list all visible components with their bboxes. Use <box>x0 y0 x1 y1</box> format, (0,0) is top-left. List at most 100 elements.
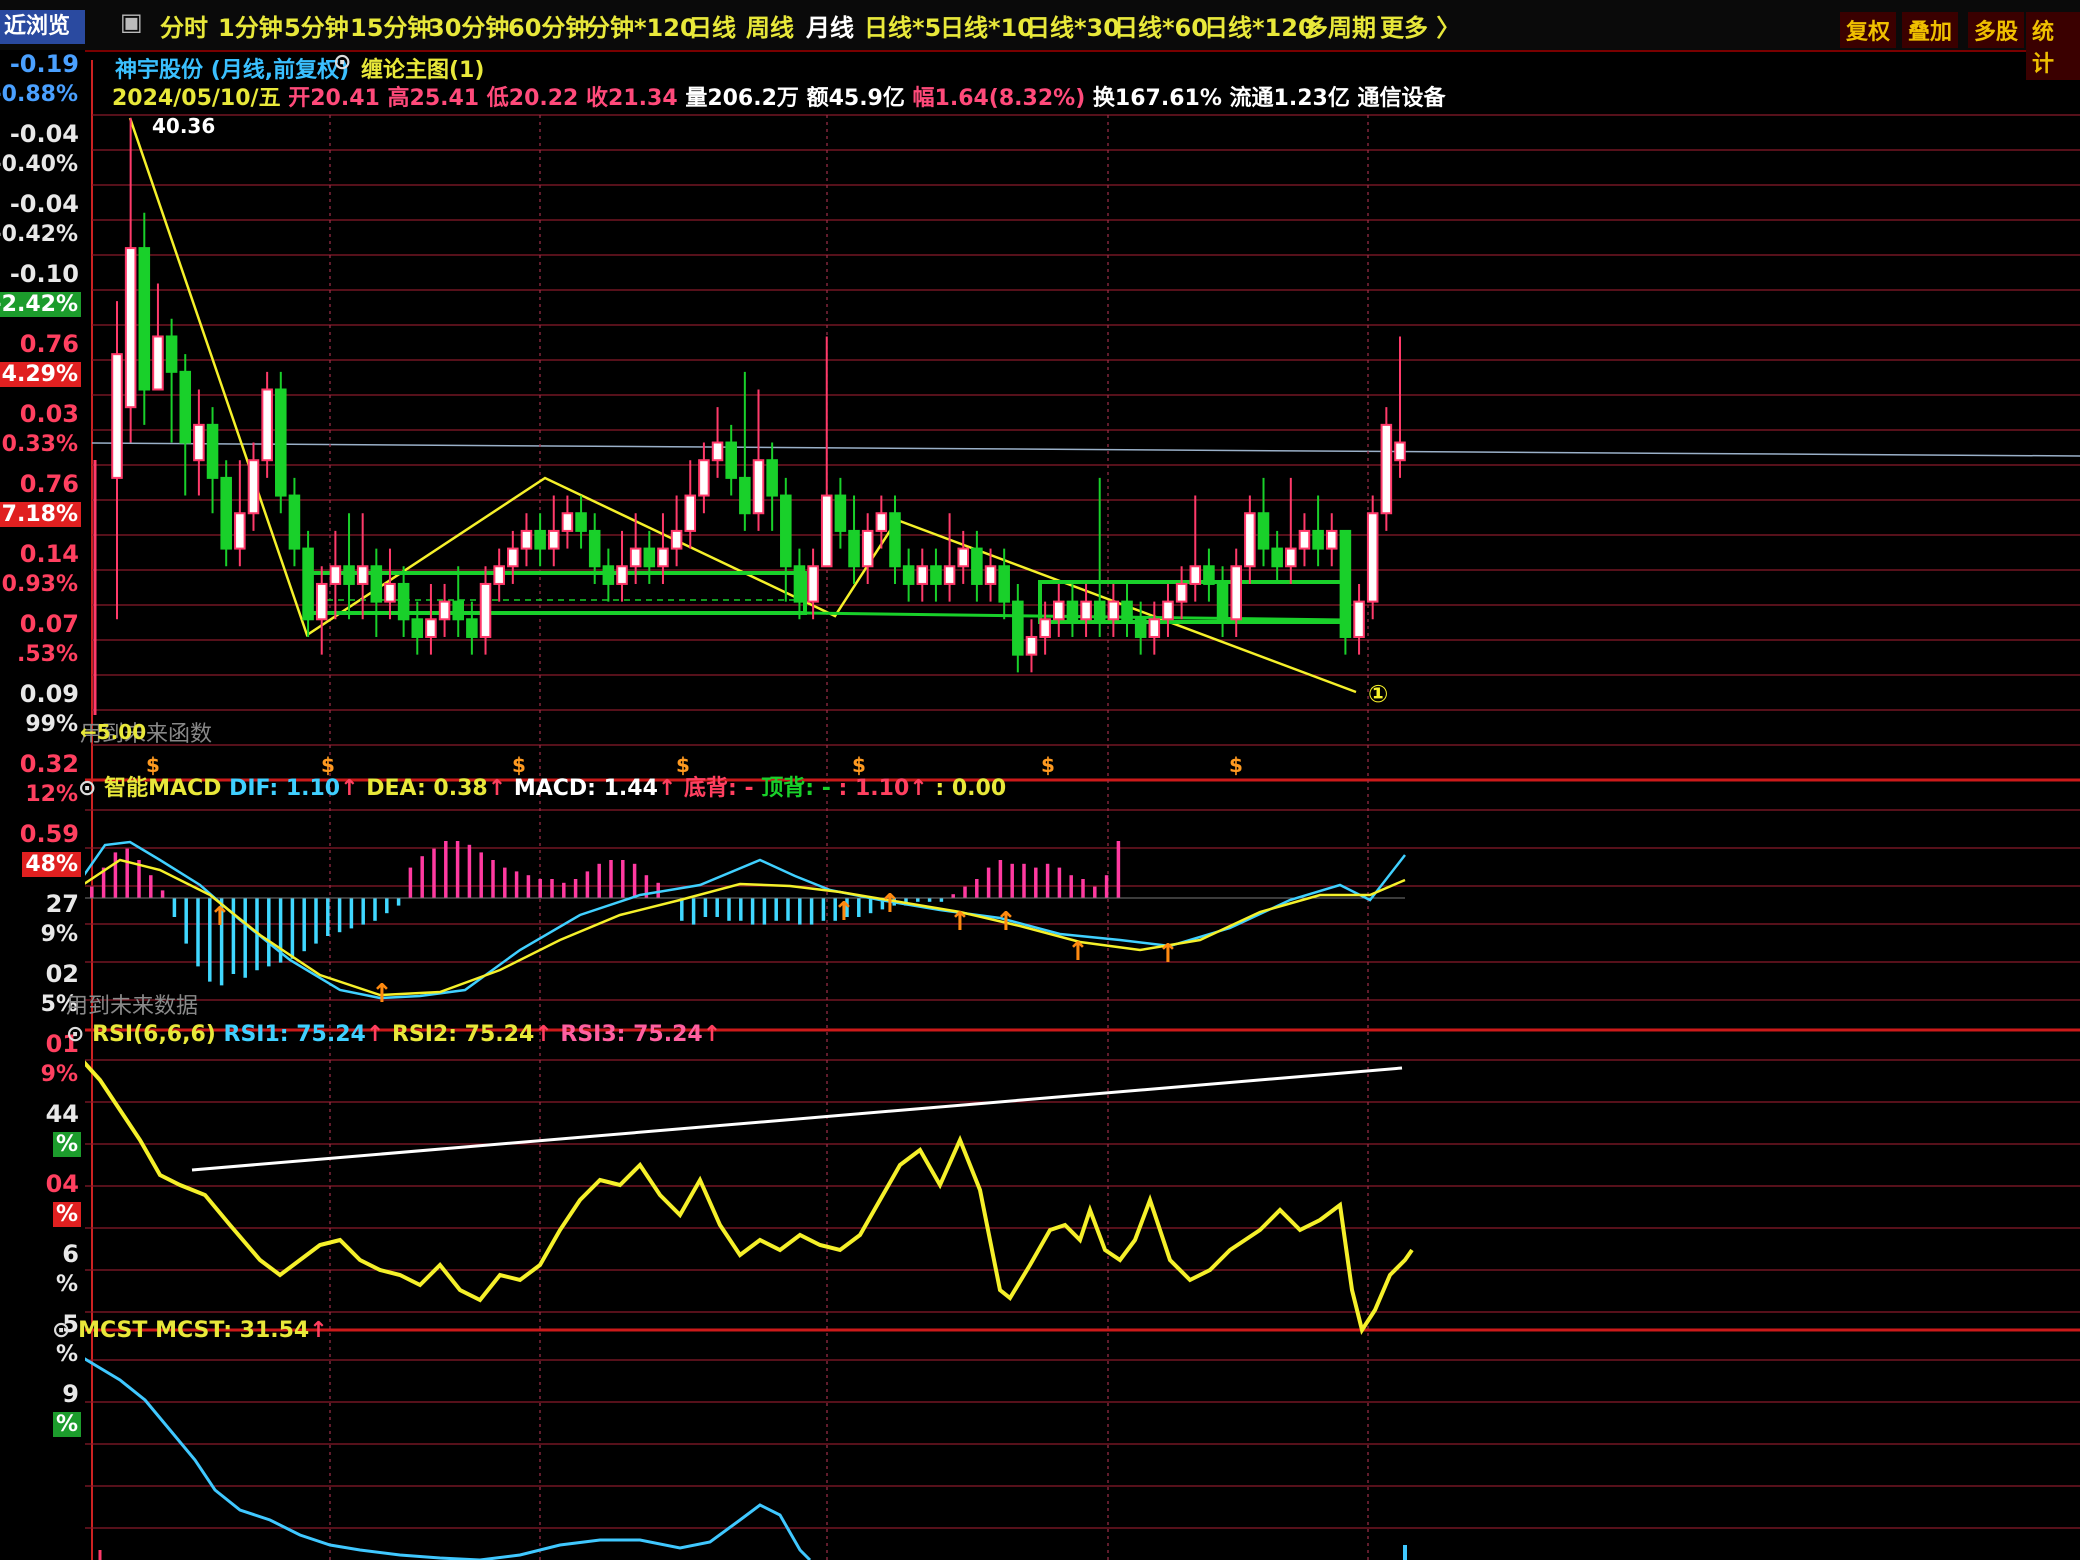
recent-item-percent[interactable]: 7.18% <box>0 502 81 527</box>
recent-item-percent[interactable]: 99% <box>22 712 81 737</box>
overlay-toggle-icon[interactable]: ⊙ <box>333 50 351 75</box>
recent-item-change[interactable]: -0.04 <box>10 190 79 218</box>
recent-item-percent[interactable]: -0.88% <box>0 82 81 107</box>
recent-item-change[interactable]: 0.76 <box>20 330 79 358</box>
candle-body <box>629 547 642 568</box>
period-tab-14[interactable]: 日线*120 <box>1204 8 1315 43</box>
recent-item-change[interactable]: 27 <box>46 890 79 918</box>
period-tab-3[interactable]: 15分钟 <box>350 8 431 43</box>
candle-body <box>220 476 232 550</box>
period-tab-6[interactable]: 分钟*120 <box>586 8 697 43</box>
recent-item-change[interactable]: -0.10 <box>10 260 79 288</box>
recent-item-change[interactable]: 6 <box>62 1240 79 1268</box>
chart-grid <box>60 60 2080 1560</box>
recent-item-change[interactable]: 0.07 <box>20 610 79 638</box>
bar-date: 2024/05/10/五 <box>112 86 281 111</box>
toolbar-button-0[interactable]: 复权 <box>1840 12 1897 48</box>
macd-value: MACD: 1.44 <box>513 776 658 801</box>
recent-item-percent[interactable]: % <box>53 1272 81 1297</box>
recent-item-percent[interactable]: % <box>52 1132 81 1157</box>
macd-signal-arrow: ↑ <box>995 907 1017 937</box>
period-tab-5[interactable]: 60分钟 <box>508 8 589 43</box>
toolbar-button-1[interactable]: 叠加 <box>1902 12 1959 48</box>
reference-line <box>91 442 2080 457</box>
recent-item-change[interactable]: -0.04 <box>10 120 79 148</box>
macd-dif: DIF: 1.10 <box>229 776 341 801</box>
period-tab-9[interactable]: 月线 <box>806 8 854 43</box>
candle-body <box>206 423 219 479</box>
period-tab-8[interactable]: 周线 <box>746 8 794 43</box>
recent-item-change[interactable]: 0.09 <box>20 680 79 708</box>
panel-toggle-icon[interactable]: ▣ <box>120 8 143 36</box>
recent-item-change[interactable]: 0.32 <box>20 750 79 778</box>
recent-item-percent[interactable]: -0.42% <box>0 222 81 247</box>
candle-body <box>834 494 847 532</box>
rsi-trendline <box>191 1066 1403 1172</box>
recent-item-percent[interactable]: 0.93% <box>0 572 81 597</box>
candle-body <box>1325 529 1338 550</box>
period-tab-12[interactable]: 日线*30 <box>1026 8 1120 43</box>
candle-body <box>1216 582 1229 621</box>
bar-close: 收21.34 <box>586 86 678 111</box>
recent-item-percent[interactable]: 0.33% <box>0 432 81 457</box>
recent-item-percent[interactable]: 48% <box>22 852 81 877</box>
candle-body <box>998 565 1010 603</box>
candle-body <box>861 529 874 568</box>
period-tab-1[interactable]: 1分钟 <box>218 8 283 43</box>
recent-item-change[interactable]: 0.14 <box>20 540 79 568</box>
candle-body <box>984 565 997 585</box>
recent-item-change[interactable]: -0.19 <box>10 50 79 78</box>
period-tab-4[interactable]: 30分钟 <box>428 8 509 43</box>
recent-item-change[interactable]: 0.59 <box>20 820 79 848</box>
recent-item-percent[interactable]: % <box>52 1202 81 1227</box>
period-tab-13[interactable]: 日线*60 <box>1114 8 1208 43</box>
industry: 通信设备 <box>1357 86 1446 111</box>
period-tab-0[interactable]: 分时 <box>160 8 208 43</box>
recent-item-change[interactable]: 44 <box>46 1100 79 1128</box>
recent-item-percent[interactable]: -0.40% <box>0 152 81 177</box>
macd-name: 智能MACD <box>104 776 222 801</box>
macd-indicator: ↑ ↑ ↑ ↑ ↑ ↑ ↑ ↑ <box>73 840 1406 1009</box>
macd-signal-arrow: ↑ <box>209 902 231 932</box>
dollar-mark: $ <box>1229 753 1243 777</box>
period-tab-15[interactable]: 多周期 <box>1304 8 1376 43</box>
recent-item-percent[interactable]: % <box>53 1342 81 1367</box>
candle-body <box>889 512 901 568</box>
mcst-value: MCST: 31.54 <box>155 1318 310 1343</box>
period-tab-16[interactable]: 更多 〉 <box>1380 8 1460 43</box>
recent-item-percent[interactable]: 9% <box>38 922 81 947</box>
candle-body <box>384 582 396 603</box>
candle-body <box>1257 512 1270 550</box>
period-tab-7[interactable]: 日线 <box>688 8 736 43</box>
recent-item-percent[interactable]: .53% <box>14 642 81 667</box>
candle-body <box>261 388 273 462</box>
macd-signal-arrow: ↑ <box>833 897 855 927</box>
recent-item-percent[interactable]: 4.29% <box>0 362 81 387</box>
period-tab-10[interactable]: 日线*5 <box>864 8 941 43</box>
toolbar-button-2[interactable]: 多股 <box>1968 12 2025 48</box>
period-tab-11[interactable]: 日线*10 <box>940 8 1034 43</box>
candle-body <box>916 565 929 585</box>
recent-item-percent[interactable]: % <box>52 1412 81 1437</box>
mcst-indicator <box>53 1354 1407 1560</box>
candle-body <box>234 512 246 550</box>
candle-body <box>111 353 123 479</box>
recent-item-percent[interactable]: -2.42% <box>0 292 81 317</box>
recent-item-change[interactable]: 0.03 <box>20 400 79 428</box>
float-shares: 流通1.23亿 <box>1229 86 1350 111</box>
recent-item-percent[interactable]: 12% <box>22 782 81 807</box>
recent-item-change[interactable]: 02 <box>46 960 79 988</box>
candlestick-series <box>93 118 1406 715</box>
period-tab-2[interactable]: 5分钟 <box>284 8 349 43</box>
recent-item-change[interactable]: 0.76 <box>20 470 79 498</box>
toolbar-button-3[interactable]: 统计 <box>2026 12 2080 80</box>
candle-body <box>588 529 601 568</box>
candle-body <box>561 512 574 532</box>
candle-body <box>848 529 860 568</box>
recent-item-change[interactable]: 9 <box>62 1380 79 1408</box>
recent-item-percent[interactable]: 9% <box>38 1062 81 1087</box>
recent-item-change[interactable]: 04 <box>46 1170 79 1198</box>
candle-body <box>356 565 369 585</box>
candle-body <box>1339 529 1352 638</box>
macd-collapse-icon: ⊙ <box>78 776 97 801</box>
